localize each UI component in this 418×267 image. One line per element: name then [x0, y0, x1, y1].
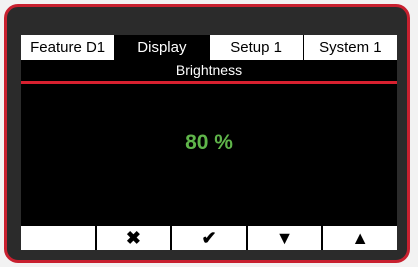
- down-arrow-icon: ▼: [275, 228, 294, 248]
- softkey-confirm[interactable]: ✔: [172, 226, 248, 250]
- display-screen: Feature D1 Display Setup 1 System 1 Brig…: [21, 35, 397, 250]
- close-icon: ✖: [125, 228, 141, 248]
- tab-display[interactable]: Display: [115, 35, 210, 60]
- tab-feature-d1[interactable]: Feature D1: [21, 35, 116, 60]
- tab-bar: Feature D1 Display Setup 1 System 1: [21, 35, 397, 60]
- softkey-cancel[interactable]: ✖: [96, 226, 173, 250]
- softkey-down[interactable]: ▼: [247, 226, 324, 250]
- tab-setup-1[interactable]: Setup 1: [209, 35, 304, 60]
- softkey-bar: ✖ ✔ ▼ ▲: [21, 226, 397, 250]
- screen-title: Brightness: [175, 62, 243, 78]
- softkey-up[interactable]: ▲: [323, 226, 397, 250]
- title-divider: [21, 81, 397, 84]
- device-frame: Feature D1 Display Setup 1 System 1 Brig…: [4, 4, 410, 263]
- tab-system-1[interactable]: System 1: [303, 35, 397, 60]
- up-arrow-icon: ▲: [351, 228, 370, 248]
- brightness-value: 80 %: [185, 131, 233, 154]
- softkey-blank[interactable]: [21, 226, 97, 250]
- check-icon: ✔: [201, 228, 217, 248]
